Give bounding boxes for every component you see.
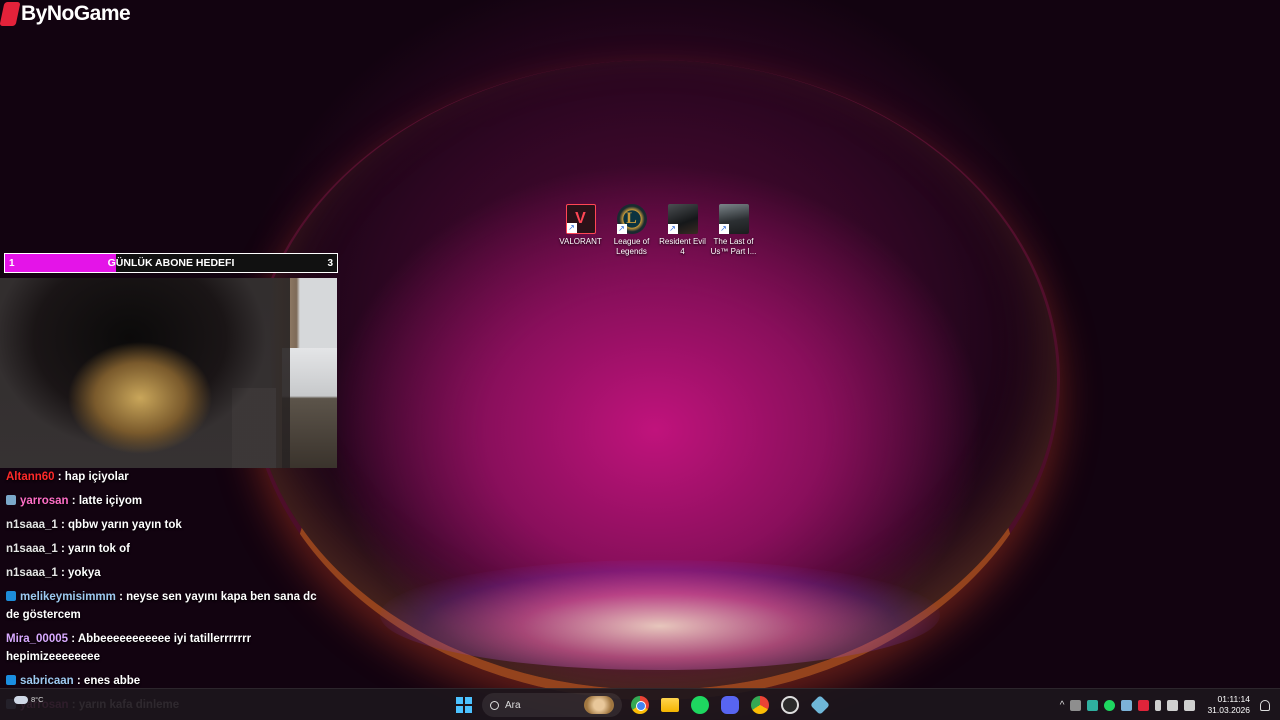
chat-username[interactable]: n1saaa_1 xyxy=(6,519,58,531)
app-tray-icon[interactable] xyxy=(1087,699,1099,711)
wallpaper-glow xyxy=(380,560,940,670)
search-placeholder: Ara xyxy=(505,699,521,711)
network-icon[interactable] xyxy=(1167,699,1179,711)
cloud-icon xyxy=(14,696,28,705)
cube-badge-icon xyxy=(6,675,16,685)
bynogame-logo-icon xyxy=(0,2,21,26)
chat-message: Mira_00005 : Abbeeeeeeeeeee iyi tatiller… xyxy=(3,627,333,669)
desktop-icons: V ↗ VALORANT L ↗ League of Legends ↗ Resid… xyxy=(557,204,757,257)
search-highlight-icon xyxy=(584,696,614,714)
taskbar-spotify[interactable] xyxy=(688,693,712,717)
wallpaper-ring xyxy=(250,60,1060,700)
chevron-up-icon[interactable]: ^ xyxy=(1060,700,1065,711)
spotify-tray-icon[interactable] xyxy=(1104,699,1116,711)
discord-tray-icon[interactable] xyxy=(1070,699,1082,711)
search-icon xyxy=(490,700,499,710)
desktop-shortcut-the-last-of-us[interactable]: ↗ The Last of Us™ Part I... xyxy=(710,204,757,257)
chat-message-text: : enes abbe xyxy=(76,675,141,687)
chat-message: Altann60 : hap içiyolar xyxy=(3,465,333,489)
desktop-shortcut-resident-evil-4[interactable]: ↗ Resident Evil 4 xyxy=(659,204,706,257)
desktop-shortcut-label: Resident Evil 4 xyxy=(659,237,706,256)
valorant-icon: V ↗ xyxy=(565,204,596,234)
chat-username[interactable]: n1saaa_1 xyxy=(6,567,58,579)
chat-message: n1saaa_1 : yarın tok of xyxy=(3,537,333,561)
weather-temperature: 8°C xyxy=(31,695,44,704)
taskbar: 8°C Ara ^ 01:11:14 31.03.2026 xyxy=(0,688,1280,720)
desktop-shortcut-label: VALORANT xyxy=(559,237,602,246)
chat-message: melikeymisimmm : neyse sen yayını kapa b… xyxy=(3,585,333,627)
clock-date: 31.03.2026 xyxy=(1207,705,1250,715)
recording-tray-icon[interactable] xyxy=(1138,699,1150,711)
chat-message-text: : yarın tok of xyxy=(61,543,131,555)
chat-message-text: : latte içiyom xyxy=(71,495,143,507)
chat-username[interactable]: yarrosan xyxy=(20,495,69,507)
volume-icon[interactable] xyxy=(1184,699,1196,711)
brand-logo: ByNoGame xyxy=(0,2,131,26)
webcam-streamer xyxy=(0,278,290,468)
steam-tray-icon[interactable] xyxy=(1121,699,1133,711)
the-last-of-us-icon: ↗ xyxy=(718,204,749,234)
taskbar-obs[interactable] xyxy=(778,693,802,717)
chat-message: n1saaa_1 : yokya xyxy=(3,561,333,585)
chat-message-text: : hap içiyolar xyxy=(57,471,129,483)
desktop-shortcut-valorant[interactable]: V ↗ VALORANT xyxy=(557,204,604,257)
sub-goal-bar: GÜNLÜK ABONE HEDEFI 1 3 xyxy=(4,253,338,273)
chat-username[interactable]: n1saaa_1 xyxy=(6,543,58,555)
taskbar-bynogame[interactable] xyxy=(808,693,832,717)
webcam-overlay xyxy=(0,278,337,468)
taskbar-chrome[interactable] xyxy=(628,693,652,717)
notification-bell-icon[interactable] xyxy=(1260,699,1270,711)
chat-message-text: : yokya xyxy=(61,567,101,579)
chat-username[interactable]: sabricaan xyxy=(20,675,74,687)
taskbar-file-explorer[interactable] xyxy=(658,693,682,717)
webcam-background-bed xyxy=(282,348,337,468)
system-tray: ^ 01:11:14 31.03.2026 xyxy=(1060,689,1270,720)
taskbar-search[interactable]: Ara xyxy=(482,693,622,717)
chat-username[interactable]: melikeymisimmm xyxy=(20,591,116,603)
sub-badge-icon xyxy=(6,495,16,505)
resident-evil-4-icon: ↗ xyxy=(667,204,698,234)
discord-icon xyxy=(721,696,739,714)
weather-widget[interactable]: 8°C xyxy=(14,695,44,705)
chrome-icon xyxy=(631,696,649,714)
start-button[interactable] xyxy=(452,693,476,717)
spotify-icon xyxy=(691,696,709,714)
windows-start-icon xyxy=(456,697,472,713)
league-of-legends-icon: L ↗ xyxy=(616,204,647,234)
chat-message: yarrosan : latte içiyom xyxy=(3,489,333,513)
chat-message: n1saaa_1 : qbbw yarın yayın tok xyxy=(3,513,333,537)
obs-icon xyxy=(781,696,799,714)
desktop-shortcut-label: League of Legends xyxy=(613,237,650,256)
taskbar-discord[interactable] xyxy=(718,693,742,717)
chat-message-text: : qbbw yarın yayın tok xyxy=(61,519,182,531)
file-explorer-icon xyxy=(661,698,679,712)
sub-goal-current: 1 xyxy=(9,257,15,269)
desktop-shortcut-label: The Last of Us™ Part I... xyxy=(710,237,757,256)
chat-overlay: Altann60 : hap içiyolar yarrosan : latte … xyxy=(3,465,333,720)
chrome-icon xyxy=(751,696,769,714)
taskbar-clock[interactable]: 01:11:14 31.03.2026 xyxy=(1207,694,1250,716)
prime-badge-icon xyxy=(6,591,16,601)
chat-username[interactable]: Altann60 xyxy=(6,471,55,483)
clock-time: 01:11:14 xyxy=(1217,694,1250,704)
brand-logo-text: ByNoGame xyxy=(21,2,131,25)
taskbar-chrome-profile[interactable] xyxy=(748,693,772,717)
microphone-icon[interactable] xyxy=(1155,699,1162,711)
bynogame-icon xyxy=(810,695,830,715)
chat-username[interactable]: Mira_00005 xyxy=(6,633,68,645)
sub-goal-target: 3 xyxy=(327,257,333,269)
desktop-shortcut-league-of-legends[interactable]: L ↗ League of Legends xyxy=(608,204,655,257)
